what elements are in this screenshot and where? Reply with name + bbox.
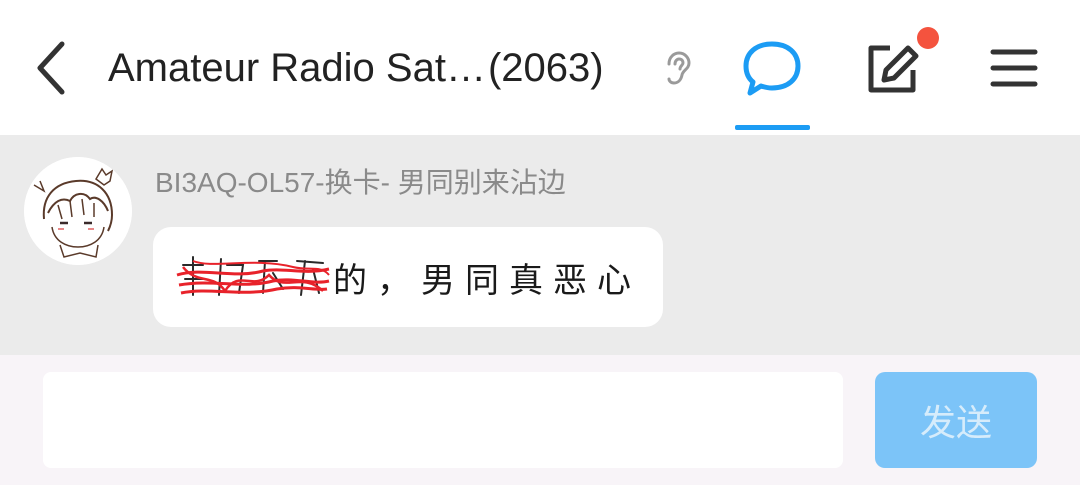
ear-icon <box>667 51 691 85</box>
message-input[interactable] <box>43 372 843 468</box>
voice-mode-button[interactable] <box>660 50 694 86</box>
edit-button[interactable] <box>864 40 922 96</box>
menu-button[interactable] <box>990 46 1038 90</box>
message-text: 的，男同真恶心 <box>333 260 641 301</box>
composer: 发送 <box>0 355 1080 485</box>
message-bubble[interactable]: 的，男同真恶心 <box>153 227 663 327</box>
send-button[interactable]: 发送 <box>875 372 1037 468</box>
sender-name: BI3AQ-OL57-换卡- 男同别来沾边 <box>155 167 566 198</box>
back-chevron-icon <box>37 41 65 95</box>
message-list[interactable]: BI3AQ-OL57-换卡- 男同别来沾边 的，男同真恶心 <box>0 135 1080 355</box>
anime-girl-avatar <box>24 157 132 265</box>
avatar[interactable] <box>24 157 132 265</box>
hamburger-menu-icon <box>990 49 1038 87</box>
back-button[interactable] <box>28 38 78 98</box>
chat-bubble-icon <box>743 41 801 96</box>
edit-icon <box>868 45 919 93</box>
notification-dot <box>917 27 939 49</box>
member-count: (2063) <box>487 45 604 90</box>
group-name: Amateur Radio Sat… <box>108 45 486 90</box>
tab-chat[interactable] <box>740 38 804 98</box>
active-tab-indicator <box>735 125 810 130</box>
chat-title: Amateur Radio Sat… (2063) <box>108 40 604 96</box>
top-bar: Amateur Radio Sat… (2063) <box>0 0 1080 135</box>
